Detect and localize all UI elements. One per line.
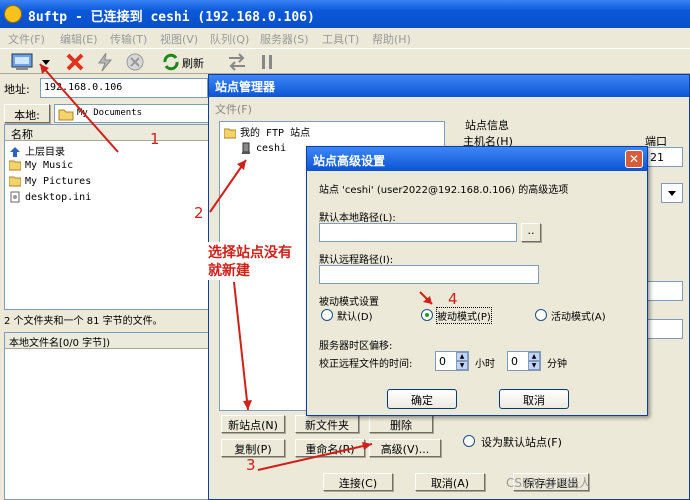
annotation-step-2: 2	[194, 204, 204, 222]
annotation-note-line2: 就新建	[208, 260, 250, 280]
arrow-to-toolbar	[39, 63, 119, 153]
annotation-arrows	[39, 63, 433, 471]
watermark: CSDN @IT经人	[506, 476, 591, 490]
arrow-to-new-site	[233, 281, 249, 411]
arrow-to-tree	[209, 159, 247, 213]
annotation-step-1: 1	[150, 130, 160, 148]
annotation-step-4: 4	[448, 290, 458, 308]
annotation-step-3: 3	[246, 456, 256, 474]
arrow-to-advanced	[257, 443, 373, 471]
annotation-note-line1: 选择站点没有	[208, 242, 292, 262]
